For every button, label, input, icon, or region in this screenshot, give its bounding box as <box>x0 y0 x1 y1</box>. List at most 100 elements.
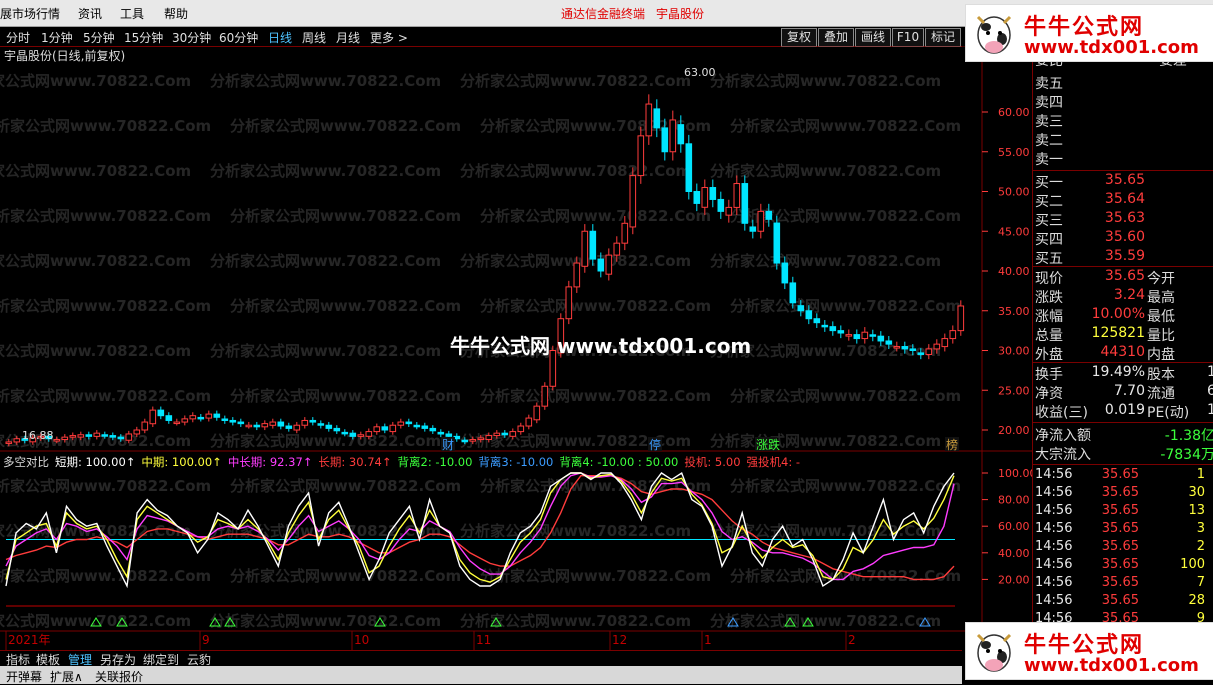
candle <box>357 434 365 437</box>
brand-logo-bottom: 牛牛公式网 www.tdx001.com <box>965 622 1213 680</box>
candle <box>125 433 133 441</box>
draw-line-button[interactable]: 画线 <box>855 28 891 47</box>
fundamental-value2: 6 <box>1207 383 1213 399</box>
candle <box>845 334 853 337</box>
period-1min[interactable]: 1分钟 <box>41 29 73 46</box>
candle <box>637 135 645 177</box>
candle <box>309 419 317 423</box>
money-flow-value: -7834万 <box>1160 447 1213 463</box>
watermark-text: 分析家公式网www.70822.Com <box>0 207 211 225</box>
legend-item: 短期: 100.00↑ <box>55 455 135 469</box>
fundamental-row: 收益(三) 0.019 PE(动) 1 <box>1035 402 1213 421</box>
legend-item: 背离3: -10.00 <box>478 455 553 469</box>
sell-level-label: 卖四 <box>1035 95 1063 111</box>
candle <box>741 183 749 224</box>
watermark-text: 分析家公式网www.70822.Com <box>210 432 441 450</box>
menu-news[interactable]: 资讯 <box>78 5 102 22</box>
indicator-tick-label: 80.00 <box>998 494 1030 507</box>
event-marker[interactable]: 停 <box>649 437 661 452</box>
f10-button[interactable]: F10 <box>892 28 924 47</box>
buy-level-label: 买五 <box>1035 251 1063 267</box>
price-tick-label: 60.00 <box>998 106 1030 119</box>
period-more[interactable]: 更多 > <box>370 29 408 46</box>
tick-time: 14:56 <box>1035 593 1073 608</box>
period-monthly[interactable]: 月线 <box>336 29 360 46</box>
candle <box>773 222 781 264</box>
watermark-text: 分析家公式网www.70822.Com <box>460 162 691 180</box>
period-weekly[interactable]: 周线 <box>302 29 326 46</box>
period-bar: 分时 1分钟 5分钟 15分钟 30分钟 60分钟 日线 周线 月线 更多 > … <box>0 27 962 47</box>
candle <box>477 437 485 441</box>
watermark-text: 分析家公式网www.70822.Com <box>710 252 941 270</box>
tick-time: 14:56 <box>1035 467 1073 482</box>
logo-url: www.tdx001.com <box>1024 655 1199 676</box>
watermark-text: 分析家公式网www.70822.Com <box>0 387 211 405</box>
watermark-text: 分析家公式网www.70822.Com <box>230 477 461 495</box>
candle <box>677 124 685 145</box>
adjust-button[interactable]: 复权 <box>781 28 817 47</box>
period-daily[interactable]: 日线 <box>268 29 292 46</box>
candle <box>429 427 437 432</box>
candle <box>525 417 533 427</box>
candle <box>909 348 917 352</box>
event-marker[interactable]: 涨跌 <box>756 437 780 452</box>
period-5min[interactable]: 5分钟 <box>83 29 115 46</box>
candle <box>837 330 845 334</box>
candle <box>381 426 389 431</box>
period-minute-chart[interactable]: 分时 <box>6 29 30 46</box>
event-marker[interactable]: 财 <box>442 438 454 452</box>
brand-logo-top: 牛牛公式网 www.tdx001.com <box>965 4 1213 62</box>
high-price-label: 63.00 <box>684 66 716 79</box>
quote-stat-label2: 量比 <box>1147 328 1175 344</box>
sell-level-row: 卖五 <box>1035 73 1063 92</box>
period-30min[interactable]: 30分钟 <box>172 29 211 46</box>
quote-stat-label: 涨幅 <box>1035 309 1063 325</box>
candle <box>509 431 517 437</box>
expand-toggle[interactable]: 扩展∧ <box>50 668 83 685</box>
quote-stat-value: 3.24 <box>1113 287 1145 303</box>
linked-quote-button[interactable]: 关联报价 <box>95 668 143 685</box>
sell-level-label: 卖五 <box>1035 76 1063 92</box>
menu-market[interactable]: 展市场行情 <box>0 5 60 22</box>
buy-level-label: 买二 <box>1035 194 1063 210</box>
candle <box>501 432 509 436</box>
mark-button[interactable]: 标记 <box>925 28 961 47</box>
watermark-text: 分析家公式网www.70822.Com <box>0 72 191 90</box>
candle <box>925 348 933 355</box>
period-60min[interactable]: 60分钟 <box>219 29 258 46</box>
menu-tools[interactable]: 工具 <box>120 5 144 22</box>
candle <box>701 187 709 208</box>
date-label: 2 <box>848 633 856 647</box>
quote-stat-row: 涨跌 3.24 最高 <box>1035 287 1175 306</box>
candle <box>661 127 669 153</box>
watermark-text: 分析家公式网www.70822.Com <box>230 567 461 585</box>
fundamental-label: 收益(三) <box>1035 405 1088 421</box>
indicator-axis: 100.00 80.00 60.00 40.00 20.00 <box>982 467 1037 586</box>
danmaku-toggle[interactable]: 开弹幕 <box>6 668 42 685</box>
watermark-text: 分析家公式网www.70822.Com <box>480 297 711 315</box>
watermark-text: 分析家公式网www.70822.Com <box>730 297 961 315</box>
candle <box>485 435 493 440</box>
period-15min[interactable]: 15分钟 <box>124 29 163 46</box>
candle <box>805 310 813 320</box>
candle <box>829 326 837 332</box>
quote-stat-row: 外盘 44310 内盘 <box>1035 344 1175 363</box>
tick-volume: 1 <box>1196 467 1205 482</box>
cow-logo-icon <box>976 633 1012 672</box>
fundamental-label: 净资 <box>1035 386 1063 402</box>
candle <box>317 423 325 426</box>
buy-level-price: 35.64 <box>1104 191 1145 207</box>
menu-help[interactable]: 帮助 <box>164 5 188 22</box>
watermark-text: 分析家公式网www.70822.Com <box>480 387 711 405</box>
candle <box>301 419 309 426</box>
buy-level-row: 买三 35.63 <box>1035 210 1145 229</box>
candle <box>5 441 13 444</box>
candle <box>757 210 765 232</box>
logo-url: www.tdx001.com <box>1024 37 1199 58</box>
buy-level-label: 买四 <box>1035 232 1063 248</box>
overlay-button[interactable]: 叠加 <box>818 28 854 47</box>
legend-item: 中长期: 92.37↑ <box>228 455 313 469</box>
candle <box>709 187 717 200</box>
event-marker[interactable]: 榜 <box>946 437 958 452</box>
candle <box>541 385 549 407</box>
